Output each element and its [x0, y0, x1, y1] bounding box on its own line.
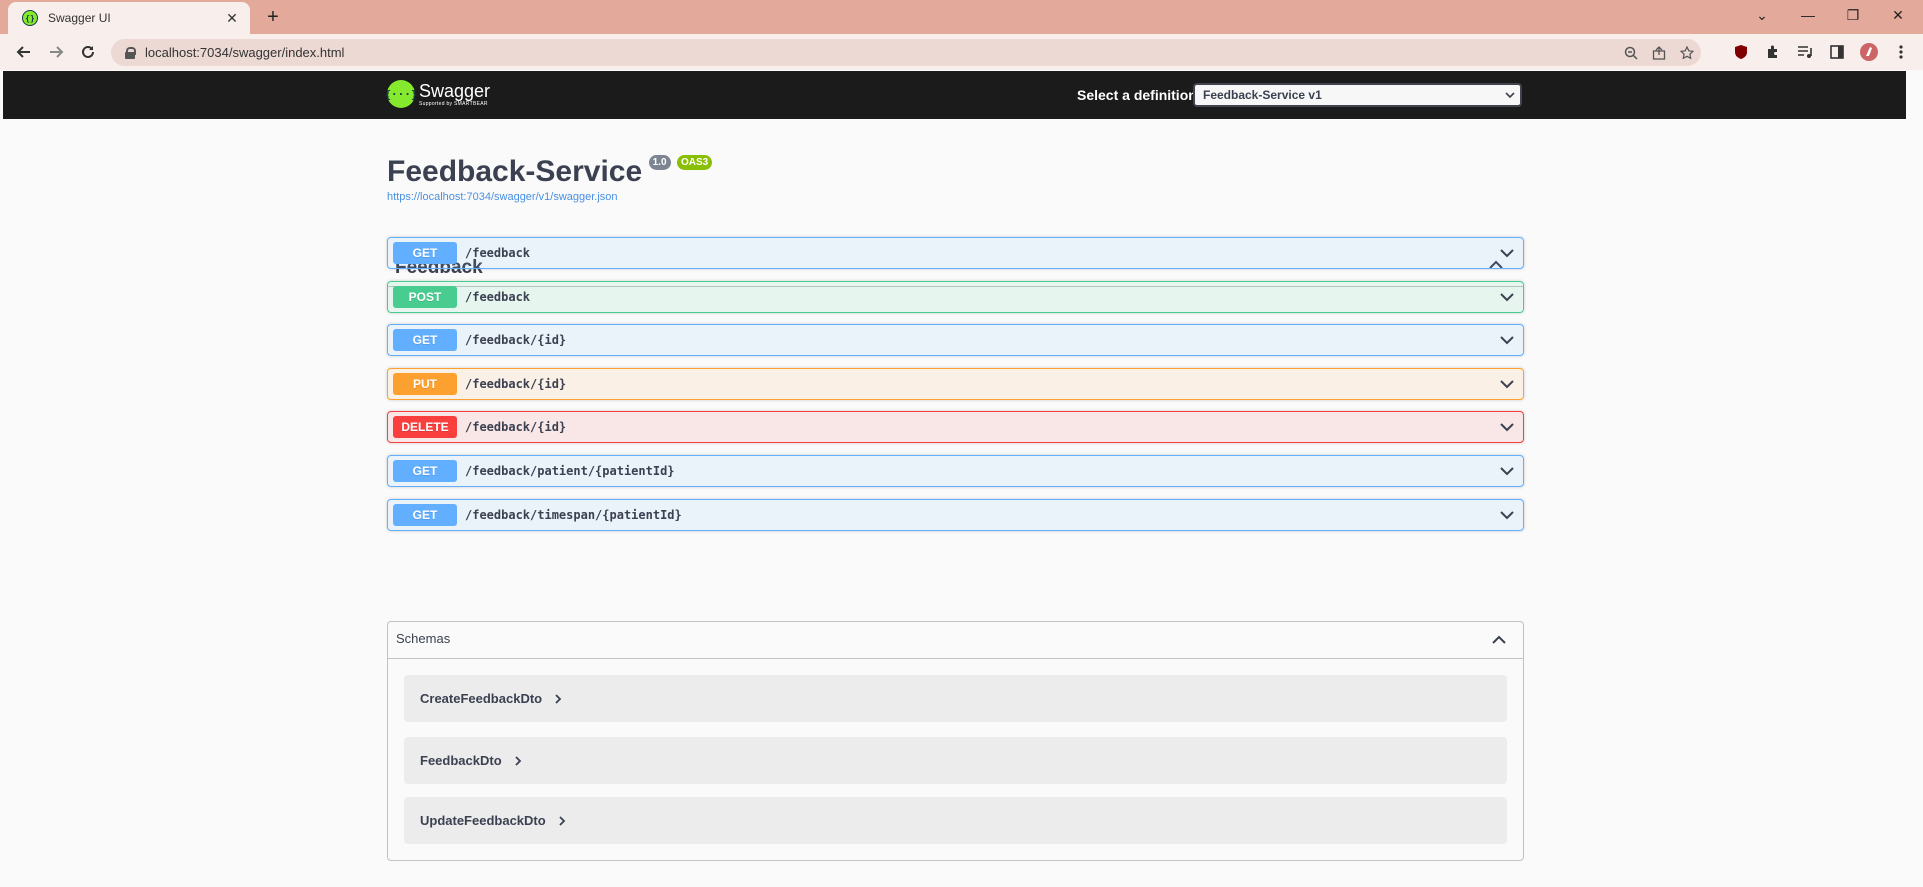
swagger-logo-sub: Supported by SMARTBEAR [419, 101, 488, 107]
operation-path: /feedback/timespan/{patientId} [465, 508, 682, 522]
schemas-header[interactable]: Schemas [388, 622, 1523, 659]
operation-path: /feedback/{id} [465, 333, 567, 347]
chevron-right-icon [515, 755, 521, 766]
bookmark-star-icon[interactable] [1673, 41, 1701, 65]
schemas-title: Schemas [396, 631, 451, 646]
chevron-down-icon[interactable] [1497, 374, 1517, 394]
browser-tab-strip: {} Swagger UI ✕ + ⌄ — ❐ ✕ [0, 0, 1923, 34]
url-text[interactable]: localhost:7034/swagger/index.html [145, 45, 1617, 60]
chevron-down-icon[interactable] [1497, 287, 1517, 307]
swagger-favicon-icon: {} [22, 10, 38, 26]
extensions-puzzle-icon[interactable] [1763, 42, 1783, 62]
tab-title: Swagger UI [48, 11, 111, 25]
profile-avatar-icon[interactable] [1859, 42, 1879, 62]
operation-get-feedback-id[interactable]: GET /feedback/{id} [387, 324, 1524, 356]
api-info: Feedback-Service 1.0 OAS3 https://localh… [387, 155, 713, 203]
schema-name: CreateFeedbackDto [420, 691, 543, 706]
version-badge: 1.0 [648, 155, 671, 170]
swagger-logo-name: Swagger [419, 81, 491, 101]
browser-toolbar: localhost:7034/swagger/index.html [0, 34, 1923, 70]
share-icon[interactable] [1645, 41, 1673, 65]
chevron-down-icon[interactable] [1497, 461, 1517, 481]
operation-path: /feedback [465, 246, 531, 260]
operation-post-feedback[interactable]: POST /feedback [387, 281, 1524, 313]
address-bar[interactable]: localhost:7034/swagger/index.html [111, 39, 1701, 66]
side-panel-icon[interactable] [1827, 42, 1847, 62]
operation-delete-feedback-id[interactable]: DELETE /feedback/{id} [387, 411, 1524, 443]
definition-label: Select a definition [1077, 87, 1197, 103]
method-badge: GET [393, 329, 457, 351]
chevron-up-icon[interactable] [1489, 630, 1509, 650]
minimize-button[interactable]: — [1786, 4, 1830, 26]
method-badge: PUT [393, 373, 457, 395]
zoom-icon[interactable] [1617, 41, 1645, 65]
window-close-button[interactable]: ✕ [1876, 4, 1920, 26]
page-scrollbar[interactable] [1906, 71, 1923, 887]
operation-get-feedback-patient[interactable]: GET /feedback/patient/{patientId} [387, 455, 1524, 487]
api-title: Feedback-Service [387, 155, 643, 188]
method-badge: GET [393, 504, 457, 526]
operation-path: /feedback/patient/{patientId} [465, 464, 675, 478]
tab-search-button[interactable]: ⌄ [1740, 4, 1784, 26]
schema-item[interactable]: UpdateFeedbackDto [404, 797, 1507, 844]
definition-select[interactable]: Feedback-Service v1 [1193, 83, 1522, 107]
method-badge: GET [393, 242, 457, 264]
operation-path: /feedback/{id} [465, 377, 567, 391]
chevron-down-icon[interactable] [1497, 330, 1517, 350]
chevron-down-icon[interactable] [1497, 505, 1517, 525]
schemas-section: Schemas CreateFeedbackDto FeedbackDto Up… [387, 621, 1524, 861]
ublock-extension-icon[interactable] [1731, 42, 1751, 62]
operation-put-feedback-id[interactable]: PUT /feedback/{id} [387, 368, 1524, 400]
lock-icon[interactable] [125, 46, 136, 59]
new-tab-button[interactable]: + [262, 6, 284, 28]
operation-get-feedback-timespan[interactable]: GET /feedback/timespan/{patientId} [387, 499, 1524, 531]
chevron-right-icon [555, 693, 562, 704]
chevron-down-icon [1500, 92, 1520, 98]
method-badge: GET [393, 460, 457, 482]
browser-tab[interactable]: {} Swagger UI ✕ [8, 2, 250, 34]
method-badge: POST [393, 286, 457, 308]
spec-url-link[interactable]: https://localhost:7034/swagger/v1/swagge… [387, 191, 712, 203]
schema-item[interactable]: CreateFeedbackDto [404, 675, 1507, 722]
media-control-icon[interactable] [1795, 42, 1815, 62]
chevron-down-icon[interactable] [1497, 243, 1517, 263]
swagger-topbar: {···} Swagger Supported by SMARTBEAR Sel… [3, 71, 1906, 119]
forward-arrow-icon[interactable] [44, 40, 68, 64]
swagger-logo[interactable]: {···} Swagger Supported by SMARTBEAR [384, 80, 491, 108]
definition-select-value: Feedback-Service v1 [1203, 88, 1322, 102]
oas-badge: OAS3 [676, 155, 713, 170]
operation-get-feedback[interactable]: GET /feedback [387, 237, 1524, 269]
operation-path: /feedback/{id} [465, 420, 567, 434]
restore-button[interactable]: ❐ [1831, 4, 1875, 26]
schema-name: UpdateFeedbackDto [420, 813, 546, 828]
chevron-down-icon[interactable] [1497, 417, 1517, 437]
browser-menu-icon[interactable] [1891, 42, 1911, 62]
reload-icon[interactable] [76, 40, 100, 64]
swagger-logo-icon: {···} [384, 80, 418, 108]
operation-path: /feedback [465, 290, 531, 304]
chevron-right-icon [559, 815, 565, 826]
tab-close-icon[interactable]: ✕ [224, 10, 240, 26]
back-arrow-icon[interactable] [12, 40, 36, 64]
schema-name: FeedbackDto [420, 753, 502, 768]
method-badge: DELETE [393, 416, 457, 438]
schema-item[interactable]: FeedbackDto [404, 737, 1507, 784]
swagger-page: {···} Swagger Supported by SMARTBEAR Sel… [3, 71, 1906, 887]
